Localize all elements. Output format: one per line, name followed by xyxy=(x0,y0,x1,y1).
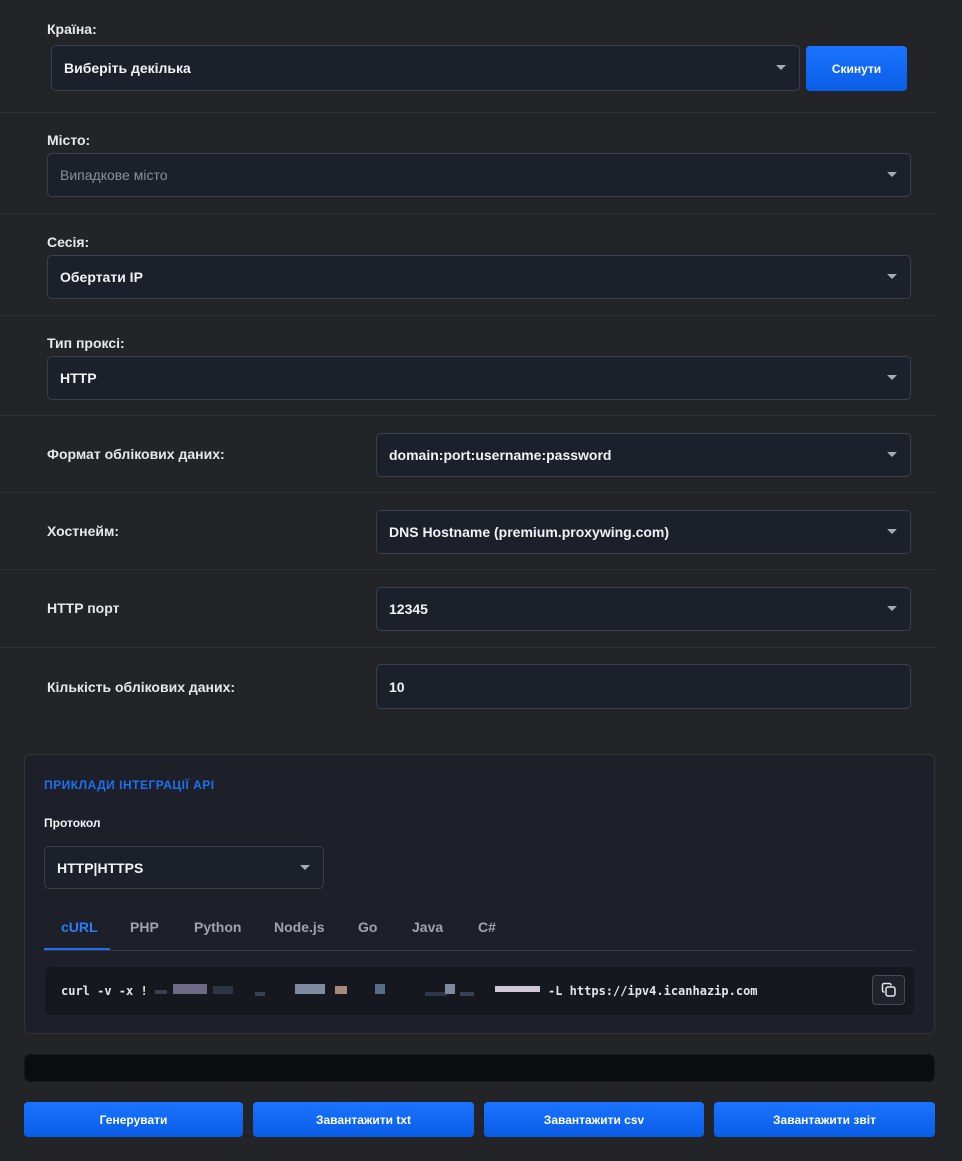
chevron-down-icon xyxy=(300,864,310,870)
divider xyxy=(0,647,937,648)
code-suffix: -L https://ipv4.icanhazip.com xyxy=(548,984,758,998)
hostname-label: Хостнейм: xyxy=(47,523,120,539)
protocol-label: Протокол xyxy=(44,816,101,830)
city-select-placeholder: Випадкове місто xyxy=(60,167,168,183)
tab-java[interactable]: Java xyxy=(412,905,443,949)
chevron-down-icon xyxy=(887,452,897,457)
reset-button[interactable]: Скинути xyxy=(806,46,907,91)
divider xyxy=(0,112,937,113)
port-select[interactable]: 12345 xyxy=(376,587,911,631)
city-select[interactable]: Випадкове місто xyxy=(47,153,911,197)
tabs-divider xyxy=(44,950,915,951)
divider xyxy=(0,213,937,214)
credentials-count-label: Кількість облікових даних: xyxy=(47,679,236,695)
divider xyxy=(0,569,937,570)
divider xyxy=(0,492,937,493)
protocol-select[interactable]: HTTP|HTTPS xyxy=(44,846,324,889)
tab-nodejs[interactable]: Node.js xyxy=(274,905,325,949)
chevron-down-icon xyxy=(887,375,897,380)
copy-icon xyxy=(881,982,896,997)
proxy-type-select-value: HTTP xyxy=(60,370,97,386)
chevron-down-icon xyxy=(887,529,897,534)
generate-button[interactable]: Генерувати xyxy=(24,1102,243,1137)
copy-button[interactable] xyxy=(872,975,905,1005)
credentials-count-value: 10 xyxy=(389,678,405,695)
chevron-down-icon xyxy=(887,606,897,611)
chevron-down-icon xyxy=(887,172,897,177)
country-label: Країна: xyxy=(47,21,97,37)
port-label: HTTP порт xyxy=(47,600,120,616)
protocol-select-value: HTTP|HTTPS xyxy=(57,859,144,876)
proxy-type-select[interactable]: HTTP xyxy=(47,356,911,400)
credentials-format-label: Формат облікових даних: xyxy=(47,446,225,462)
credentials-format-select[interactable]: domain:port:username:password xyxy=(376,433,911,477)
chevron-down-icon xyxy=(887,274,897,279)
download-txt-button[interactable]: Завантажити txt xyxy=(253,1102,474,1137)
api-examples-title: ПРИКЛАДИ ІНТЕГРАЦІЇ API xyxy=(44,778,215,792)
code-snippet: curl -v -x ! -L https://ipv4.icanhazip.c… xyxy=(45,967,914,1015)
country-select[interactable]: Виберіть декілька xyxy=(51,45,800,91)
country-select-value: Виберіть декілька xyxy=(64,60,191,76)
divider xyxy=(0,315,937,316)
credentials-count-input[interactable]: 10 xyxy=(376,664,911,709)
proxy-type-label: Тип проксі: xyxy=(47,335,125,351)
hostname-select[interactable]: DNS Hostname (premium.proxywing.com) xyxy=(376,510,911,554)
session-select[interactable]: Обертати IP xyxy=(47,255,911,299)
output-area xyxy=(24,1054,935,1082)
tab-go[interactable]: Go xyxy=(358,905,377,949)
code-prefix: curl -v -x ! xyxy=(61,984,148,998)
chevron-down-icon xyxy=(776,65,786,70)
tab-curl[interactable]: cURL xyxy=(61,905,98,949)
city-label: Місто: xyxy=(47,132,91,148)
tab-csharp[interactable]: C# xyxy=(478,905,496,949)
active-tab-indicator xyxy=(44,948,110,950)
credentials-format-select-value: domain:port:username:password xyxy=(389,447,612,463)
session-label: Сесія: xyxy=(47,234,90,250)
tab-php[interactable]: PHP xyxy=(130,905,159,949)
port-select-value: 12345 xyxy=(389,601,428,617)
download-csv-button[interactable]: Завантажити csv xyxy=(484,1102,704,1137)
divider xyxy=(0,415,937,416)
tab-python[interactable]: Python xyxy=(194,905,241,949)
hostname-select-value: DNS Hostname (premium.proxywing.com) xyxy=(389,524,670,540)
session-select-value: Обертати IP xyxy=(60,269,143,285)
download-report-button[interactable]: Завантажити звіт xyxy=(714,1102,935,1137)
